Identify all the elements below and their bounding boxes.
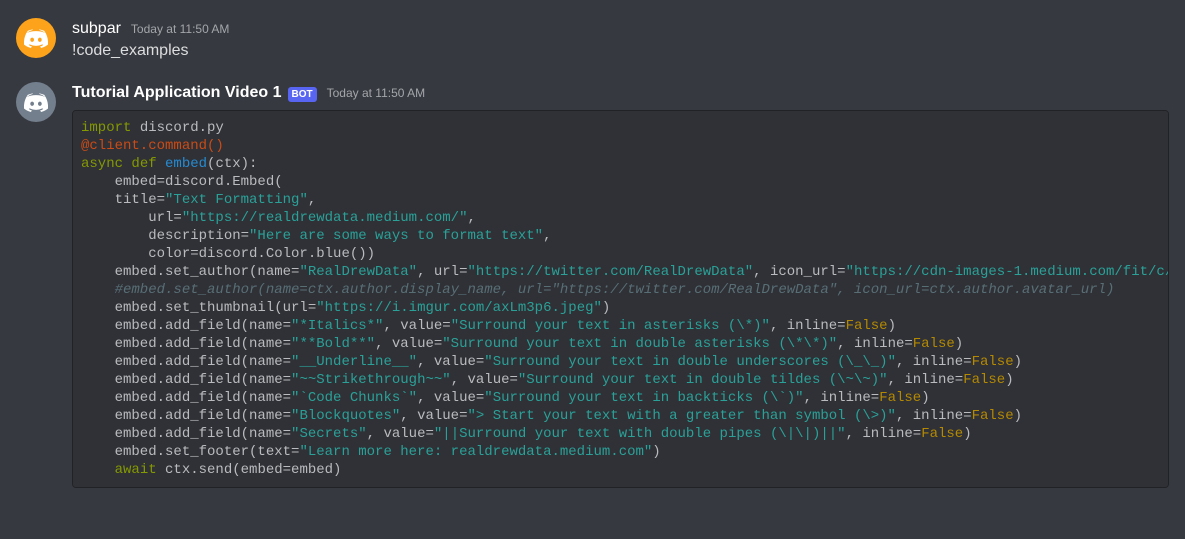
username[interactable]: subpar <box>72 18 121 40</box>
token-decorator: @client.command() <box>81 138 224 154</box>
message-header: subpar Today at 11:50 AM <box>72 18 1169 40</box>
token: url= <box>81 210 182 226</box>
token: ) <box>963 426 971 442</box>
token: ctx.send(embed=embed) <box>157 462 342 478</box>
token: , inline= <box>804 390 880 406</box>
token: , value= <box>417 354 484 370</box>
token-string: "Surround your text in double tildes (\~… <box>518 372 888 388</box>
token: , inline= <box>888 372 964 388</box>
token: embed.add_field(name= <box>81 336 291 352</box>
token: embed.set_author(name= <box>81 264 299 280</box>
token: ) <box>1005 372 1013 388</box>
token-string: "https://cdn-images-1.medium.com/fit/c/3… <box>846 264 1169 280</box>
token: embed.add_field(name= <box>81 354 291 370</box>
token: embed=discord.Embed( <box>81 174 283 190</box>
token: embed.add_field(name= <box>81 408 291 424</box>
token-string: "https://twitter.com/RealDrewData" <box>467 264 753 280</box>
token: embed.add_field(name= <box>81 390 291 406</box>
token-keyword: False <box>846 318 888 334</box>
avatar-bot[interactable] <box>16 82 56 122</box>
token: embed.add_field(name= <box>81 426 291 442</box>
username[interactable]: Tutorial Application Video 1 <box>72 82 282 104</box>
token: ) <box>602 300 610 316</box>
token-string: "Text Formatting" <box>165 192 308 208</box>
message-content: !code_examples <box>72 40 1169 62</box>
token: , url= <box>417 264 467 280</box>
token <box>81 462 115 478</box>
discord-logo-icon <box>24 26 48 50</box>
token: , inline= <box>846 426 922 442</box>
token-string: "Learn more here: realdrewdata.medium.co… <box>299 444 652 460</box>
token-string: "RealDrewData" <box>299 264 417 280</box>
token: , value= <box>375 336 442 352</box>
token: ) <box>955 336 963 352</box>
token: embed.set_thumbnail(url= <box>81 300 316 316</box>
token-string: "Blockquotes" <box>291 408 400 424</box>
token: color=discord.Color.blue()) <box>81 246 375 262</box>
token: ) <box>1014 354 1022 370</box>
token: ) <box>1014 408 1022 424</box>
token-string: "**Bold**" <box>291 336 375 352</box>
message-bot: Tutorial Application Video 1 BOT Today a… <box>0 80 1185 490</box>
message-header: Tutorial Application Video 1 BOT Today a… <box>72 82 1169 104</box>
token: title= <box>81 192 165 208</box>
token-comment: #embed.set_author(name=ctx.author.displa… <box>81 282 1114 298</box>
token: , value= <box>417 390 484 406</box>
token-string: "*Italics*" <box>291 318 383 334</box>
token-string: "> Start your text with a greater than s… <box>467 408 895 424</box>
discord-logo-icon <box>24 90 48 114</box>
token-string: "||Surround your text with double pipes … <box>434 426 846 442</box>
token-keyword: def <box>123 156 157 172</box>
token-string: "Secrets" <box>291 426 367 442</box>
timestamp: Today at 11:50 AM <box>327 85 426 102</box>
token: description= <box>81 228 249 244</box>
token: ) <box>652 444 660 460</box>
token-string: "`Code Chunks`" <box>291 390 417 406</box>
token-string: "__Underline__" <box>291 354 417 370</box>
token: , value= <box>451 372 518 388</box>
token-keyword: async <box>81 156 123 172</box>
token-string: "Surround your text in double underscore… <box>484 354 896 370</box>
token-string: "Surround your text in asterisks (\*)" <box>451 318 770 334</box>
token: embed.set_footer(text= <box>81 444 299 460</box>
token-string: "Surround your text in double asterisks … <box>442 336 837 352</box>
message-user: subpar Today at 11:50 AM !code_examples <box>0 16 1185 64</box>
token: , <box>543 228 551 244</box>
token: embed.add_field(name= <box>81 318 291 334</box>
token: , <box>467 210 475 226</box>
token: (ctx): <box>207 156 257 172</box>
token-keyword: False <box>963 372 1005 388</box>
token-string: "~~Strikethrough~~" <box>291 372 451 388</box>
token: , <box>308 192 316 208</box>
token: , inline= <box>896 408 972 424</box>
token: discord.py <box>131 120 223 136</box>
token: , inline= <box>837 336 913 352</box>
token-string: "Surround your text in backticks (\`)" <box>484 390 803 406</box>
bot-tag: BOT <box>288 87 317 102</box>
token: , value= <box>400 408 467 424</box>
token: , inline= <box>770 318 846 334</box>
token-keyword: False <box>879 390 921 406</box>
token: ) <box>921 390 929 406</box>
token: , value= <box>367 426 434 442</box>
token-keyword: False <box>972 354 1014 370</box>
token: ) <box>888 318 896 334</box>
token-keyword: False <box>972 408 1014 424</box>
token-keyword: False <box>913 336 955 352</box>
token-string: "https://realdrewdata.medium.com/" <box>182 210 468 226</box>
token: embed.add_field(name= <box>81 372 291 388</box>
token-keyword: False <box>921 426 963 442</box>
timestamp: Today at 11:50 AM <box>131 21 230 38</box>
avatar-user[interactable] <box>16 18 56 58</box>
token: , inline= <box>896 354 972 370</box>
token-string: "Here are some ways to format text" <box>249 228 543 244</box>
token: , icon_url= <box>753 264 845 280</box>
code-block[interactable]: import discord.py @client.command() asyn… <box>72 110 1169 488</box>
token-string: "https://i.imgur.com/axLm3p6.jpeg" <box>316 300 602 316</box>
token-keyword: import <box>81 120 131 136</box>
token-func: embed <box>157 156 207 172</box>
token: , value= <box>383 318 450 334</box>
token-keyword: await <box>115 462 157 478</box>
